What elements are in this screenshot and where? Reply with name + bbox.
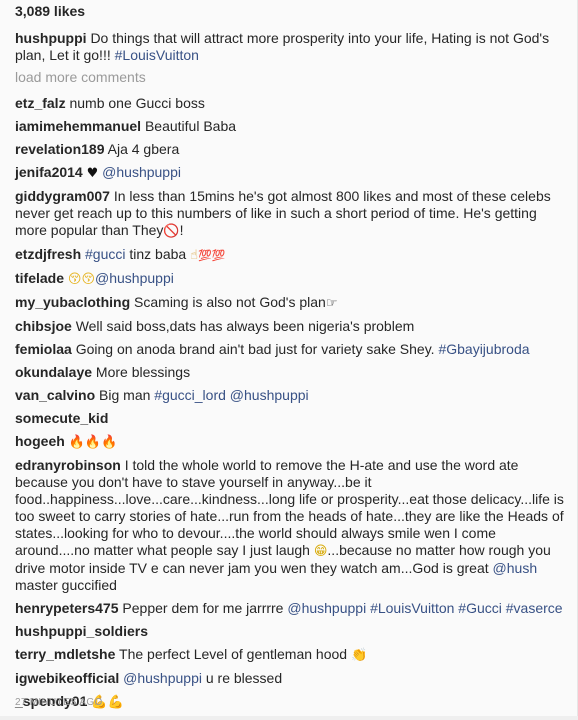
comment-hashtag[interactable]: #Gucci — [458, 600, 502, 616]
comment-item: femiolaa Going on anoda brand ain't bad … — [15, 341, 567, 358]
comment-username[interactable]: iamimehemmanuel — [15, 118, 141, 134]
comment-username[interactable]: jenifa2014 — [15, 164, 83, 180]
comment-text: Big man — [99, 387, 155, 403]
comment-text: Well said boss,dats has always been nige… — [75, 318, 415, 334]
comment-hashtag[interactable]: #gucci — [85, 246, 125, 262]
comment-username[interactable]: tifelade — [15, 270, 64, 286]
heart-icon: ♥ — [86, 166, 99, 181]
comment-username[interactable]: somecute_kid — [15, 410, 108, 426]
comment-text: numb one Gucci boss — [69, 95, 205, 111]
pointing-up-icon: ☝ — [190, 248, 199, 263]
comment-text: More blessings — [95, 364, 191, 380]
post-timestamp: 27 MINUTES AGO — [15, 697, 103, 708]
comment-item: tifelade 😚😚@hushpuppi — [15, 270, 567, 288]
comment-hashtag[interactable]: #gucci_lord — [154, 387, 226, 403]
comment-text: Beautiful Baba — [144, 118, 237, 134]
comment-username[interactable]: van_calvino — [15, 387, 95, 403]
comment-item: iamimehemmanuel Beautiful Baba — [15, 118, 567, 135]
no-entry-icon: 🚫 — [163, 224, 180, 239]
comment-hashtag[interactable]: #LouisVuitton — [370, 600, 454, 616]
comment-text: Scaming is also not God's plan — [134, 294, 326, 310]
comment-mention[interactable]: @hushpuppi — [123, 670, 202, 686]
comment-item: henrypeters475 Pepper dem for me jarrrre… — [15, 600, 567, 617]
comment-username[interactable]: henrypeters475 — [15, 600, 119, 616]
comment-item: hogeeh 🔥🔥🔥 — [15, 433, 567, 451]
instagram-comments-panel: 3,089 likes hushpuppi Do things that wil… — [0, 0, 578, 720]
caption-username[interactable]: hushpuppi — [15, 30, 87, 46]
caption-text: Do things that will attract more prosper… — [15, 30, 550, 63]
comment-username[interactable]: giddygram007 — [15, 188, 110, 204]
comment-mention[interactable]: @hushpuppi — [287, 600, 366, 616]
comment-username[interactable]: etz_falz — [15, 95, 66, 111]
caption-hashtag[interactable]: #LouisVuitton — [115, 47, 199, 63]
comment-username[interactable]: my_yubaclothing — [15, 294, 130, 310]
comment-hashtag[interactable]: #Gbayijubroda — [438, 341, 529, 357]
comment-mention[interactable]: @hush — [493, 560, 538, 576]
bottom-divider — [0, 716, 578, 720]
pointing-hand-icon: ☞ — [325, 296, 338, 311]
comment-text: u re blessed — [201, 670, 283, 686]
post-caption: hushpuppi Do things that will attract mo… — [15, 30, 565, 64]
comment-hashtag[interactable]: #vaserce — [506, 600, 563, 616]
comment-item: my_yubaclothing Scaming is also not God'… — [15, 294, 567, 312]
comment-text: The perfect Level of gentleman hood — [119, 646, 351, 662]
comment-username[interactable]: chibsjoe — [15, 318, 72, 334]
comment-item: edranyrobinson I told the whole world to… — [15, 457, 567, 594]
comment-username[interactable]: igwebikeofficial — [15, 670, 119, 686]
comment-username[interactable]: hushpuppi_soldiers — [15, 623, 148, 639]
load-more-comments-link[interactable]: load more comments — [15, 69, 146, 86]
comment-text: Aja 4 gbera — [107, 141, 180, 157]
kissing-face-icon: 😚😚 — [67, 272, 96, 287]
comment-username[interactable]: etzdjfresh — [15, 246, 81, 262]
likes-count[interactable]: 3,089 likes — [15, 3, 85, 20]
comment-mention[interactable]: @hushpuppi — [102, 164, 181, 180]
comment-item: etzdjfresh #gucci tinz baba ☝💯💯 — [15, 246, 567, 264]
comment-text: Going on anoda brand ain't bad just for … — [75, 341, 439, 357]
comment-item: igwebikeofficial @hushpuppi u re blessed — [15, 670, 567, 687]
grinning-face-icon: 😁 — [313, 544, 328, 559]
comment-item: van_calvino Big man #gucci_lord @hushpup… — [15, 387, 567, 404]
comment-item: terry_mdletshe The perfect Level of gent… — [15, 646, 567, 664]
comment-mention[interactable]: @hushpuppi — [230, 387, 309, 403]
comment-username[interactable]: okundalaye — [15, 364, 92, 380]
clapping-hands-icon: 👏 — [350, 648, 368, 663]
comment-text-end: master guccified — [15, 577, 117, 593]
comment-username[interactable]: femiolaa — [15, 341, 72, 357]
comment-text: Pepper dem for me jarrrre — [122, 600, 288, 616]
comment-item: giddygram007 In less than 15mins he's go… — [15, 188, 567, 240]
comment-item: revelation189 Aja 4 gbera — [15, 141, 567, 158]
comment-item: somecute_kid — [15, 410, 567, 427]
comment-item: hushpuppi_soldiers — [15, 623, 567, 640]
comment-text: tinz baba — [125, 246, 191, 262]
comment-username[interactable]: terry_mdletshe — [15, 646, 115, 662]
hundred-points-icon: 💯💯 — [198, 249, 226, 262]
comment-item: chibsjoe Well said boss,dats has always … — [15, 318, 567, 335]
comment-text-end: ! — [179, 222, 184, 238]
comment-mention[interactable]: @hushpuppi — [95, 270, 174, 286]
comment-username[interactable]: hogeeh — [15, 433, 65, 449]
fire-icon: 🔥🔥🔥 — [68, 435, 118, 450]
comment-list: etz_falz numb one Gucci boss iamimehemma… — [15, 95, 567, 717]
comment-item: etz_falz numb one Gucci boss — [15, 95, 567, 112]
comment-item: jenifa2014 ♥ @hushpuppi — [15, 164, 567, 182]
comment-username[interactable]: edranyrobinson — [15, 457, 121, 473]
comment-username[interactable]: revelation189 — [15, 141, 105, 157]
comment-item: okundalaye More blessings — [15, 364, 567, 381]
